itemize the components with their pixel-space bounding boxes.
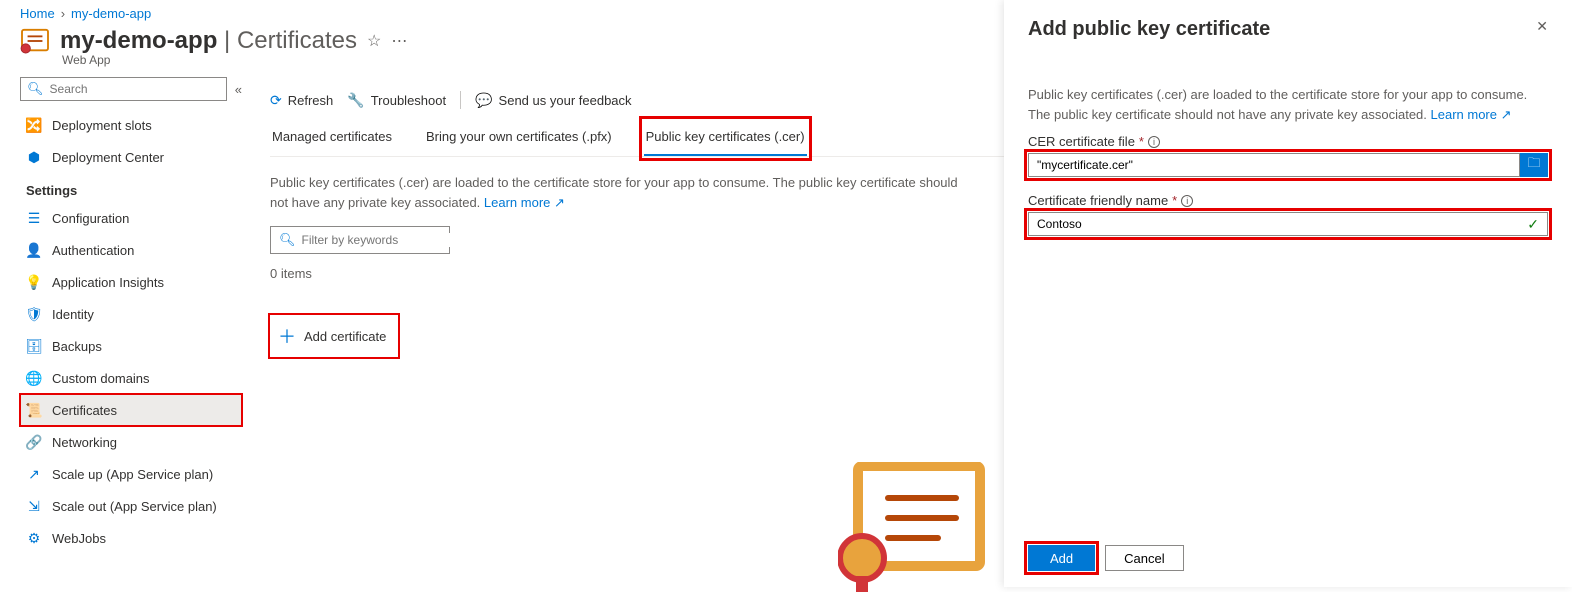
sidebar-heading-settings: Settings <box>20 173 242 202</box>
domains-icon: 🌐 <box>26 370 42 386</box>
plus-icon: ＋ <box>278 323 296 349</box>
add-button[interactable]: Add <box>1028 545 1095 571</box>
page-title: my-demo-app | Certificates <box>60 27 357 55</box>
deployment-center-icon: ⬢ <box>26 149 42 165</box>
filter-input[interactable] <box>302 233 457 247</box>
more-menu-icon[interactable]: ⋯ <box>391 31 407 51</box>
sidebar-item-deployment-center[interactable]: ⬢ Deployment Center <box>20 141 242 173</box>
sidebar-search-input[interactable] <box>50 82 220 96</box>
insights-icon: 💡 <box>26 274 42 290</box>
cer-file-label: CER certificate file* i <box>1028 134 1548 149</box>
configuration-icon: ☰ <box>26 210 42 226</box>
sidebar-item-identity[interactable]: 🛡Identity <box>20 298 242 330</box>
search-icon: 🔍︎ <box>279 232 296 248</box>
panel-description: Public key certificates (.cer) are loade… <box>1028 85 1548 124</box>
tab-managed-certificates[interactable]: Managed certificates <box>270 121 394 156</box>
sidebar-item-authentication[interactable]: 👤Authentication <box>20 234 242 266</box>
identity-icon: 🛡 <box>26 306 42 322</box>
sidebar-item-deployment-slots[interactable]: 🔀 Deployment slots <box>20 109 242 141</box>
tab-bring-your-own[interactable]: Bring your own certificates (.pfx) <box>424 121 614 156</box>
sidebar-item-webjobs[interactable]: ⚙WebJobs <box>20 522 242 554</box>
sidebar-item-backups[interactable]: 🗄Backups <box>20 330 242 362</box>
close-panel-button[interactable]: ✕ <box>1536 18 1548 35</box>
cer-file-input[interactable] <box>1028 153 1520 177</box>
collapse-sidebar-icon[interactable]: « <box>235 82 242 97</box>
learn-more-link[interactable]: Learn more ↗ <box>484 195 565 210</box>
friendly-name-input[interactable] <box>1037 217 1527 231</box>
info-icon[interactable]: i <box>1148 136 1160 148</box>
panel-learn-more-link[interactable]: Learn more ↗ <box>1431 107 1512 122</box>
breadcrumb-home[interactable]: Home <box>20 6 55 21</box>
authentication-icon: 👤 <box>26 242 42 258</box>
refresh-icon: ⟳ <box>270 92 282 109</box>
cancel-button[interactable]: Cancel <box>1105 545 1183 571</box>
favorite-star-icon[interactable]: ☆ <box>367 31 381 51</box>
sidebar-item-application-insights[interactable]: 💡Application Insights <box>20 266 242 298</box>
scale-out-icon: ⇲ <box>26 498 42 514</box>
required-indicator: * <box>1172 193 1177 208</box>
sidebar-item-scale-out[interactable]: ⇲Scale out (App Service plan) <box>20 490 242 522</box>
scale-up-icon: ↗ <box>26 466 42 482</box>
search-icon: 🔍︎ <box>27 81 44 97</box>
panel-title: Add public key certificate <box>1028 18 1270 41</box>
browse-file-button[interactable]: 🗀 <box>1520 153 1548 177</box>
checkmark-icon: ✓ <box>1527 216 1539 233</box>
sidebar-item-networking[interactable]: 🔗Networking <box>20 426 242 458</box>
add-certificate-panel: Add public key certificate ✕ Public key … <box>1004 0 1572 587</box>
troubleshoot-icon: 🔧 <box>347 92 364 109</box>
certificate-illustration <box>838 462 988 592</box>
sidebar-item-certificates[interactable]: 📜Certificates <box>20 394 242 426</box>
certificate-icon <box>20 28 50 54</box>
external-link-icon: ↗ <box>554 195 565 210</box>
breadcrumb-app[interactable]: my-demo-app <box>71 6 151 21</box>
sidebar-item-custom-domains[interactable]: 🌐Custom domains <box>20 362 242 394</box>
chevron-icon: › <box>61 6 65 21</box>
feedback-icon: 💬 <box>475 92 492 109</box>
sidebar-item-configuration[interactable]: ☰Configuration <box>20 202 242 234</box>
tab-description: Public key certificates (.cer) are loade… <box>270 173 970 212</box>
folder-icon: 🗀 <box>1527 154 1540 176</box>
external-link-icon: ↗ <box>1501 107 1512 122</box>
certificates-icon: 📜 <box>26 402 42 418</box>
cer-file-row: 🗀 <box>1028 153 1548 177</box>
filter-box[interactable]: 🔍︎ <box>270 226 450 254</box>
friendly-name-row: ✓ <box>1028 212 1548 236</box>
sidebar: 🔍︎ « 🔀 Deployment slots ⬢ Deployment Cen… <box>0 77 250 554</box>
webjobs-icon: ⚙ <box>26 530 42 546</box>
sidebar-search[interactable]: 🔍︎ <box>20 77 227 101</box>
friendly-name-label: Certificate friendly name* i <box>1028 193 1548 208</box>
toolbar-divider <box>460 91 461 109</box>
backups-icon: 🗄 <box>26 338 42 354</box>
slots-icon: 🔀 <box>26 117 42 133</box>
required-indicator: * <box>1139 134 1144 149</box>
troubleshoot-button[interactable]: 🔧Troubleshoot <box>347 92 446 109</box>
sidebar-item-scale-up[interactable]: ↗Scale up (App Service plan) <box>20 458 242 490</box>
feedback-button[interactable]: 💬Send us your feedback <box>475 92 631 109</box>
refresh-button[interactable]: ⟳Refresh <box>270 92 333 109</box>
info-icon[interactable]: i <box>1181 195 1193 207</box>
networking-icon: 🔗 <box>26 434 42 450</box>
add-certificate-button[interactable]: ＋ Add certificate <box>270 315 398 357</box>
tab-public-key-certificates[interactable]: Public key certificates (.cer) <box>644 121 807 156</box>
